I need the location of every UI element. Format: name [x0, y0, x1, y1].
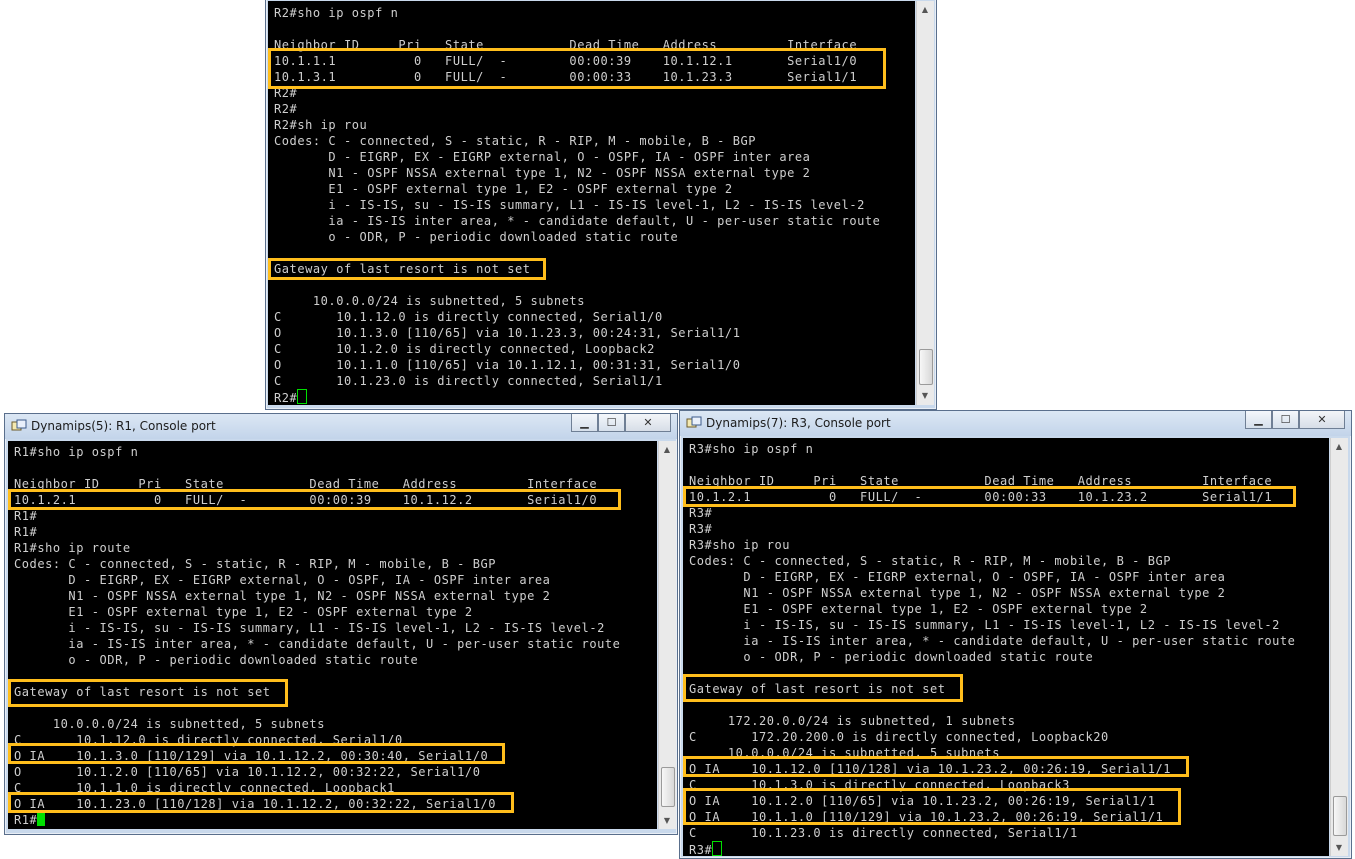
- r3-scroll-thumb[interactable]: [1333, 796, 1347, 836]
- terminal-line: C 10.1.12.0 is directly connected, Seria…: [14, 733, 403, 747]
- console-app-icon: [11, 419, 27, 431]
- terminal-line: O IA 10.1.12.0 [110/128] via 10.1.23.2, …: [689, 762, 1172, 776]
- terminal-line: C 10.1.1.0 is directly connected, Loopba…: [14, 781, 395, 795]
- terminal-line: N1 - OSPF NSSA external type 1, N2 - OSP…: [14, 589, 551, 603]
- terminal-line: 10.1.3.1 0 FULL/ - 00:00:33 10.1.23.3 Se…: [274, 70, 858, 84]
- terminal-line: R2#: [274, 389, 308, 405]
- terminal-line: C 10.1.3.0 is directly connected, Loopba…: [689, 778, 1070, 792]
- scroll-up-icon[interactable]: ▲: [1331, 438, 1347, 454]
- cursor-icon: [297, 389, 308, 404]
- terminal-line: E1 - OSPF external type 1, E2 - OSPF ext…: [689, 602, 1148, 616]
- terminal-line: R2#sh ip rou: [274, 118, 368, 132]
- r3-window-title: Dynamips(7): R3, Console port: [706, 416, 891, 430]
- terminal-line: R1#sho ip route: [14, 541, 131, 555]
- terminal-line: O 10.1.3.0 [110/65] via 10.1.23.3, 00:24…: [274, 326, 741, 340]
- terminal-line: ia - IS-IS inter area, * - candidate def…: [274, 214, 881, 228]
- scroll-down-icon[interactable]: ▼: [1331, 839, 1347, 855]
- r3-titlebar[interactable]: Dynamips(7): R3, Console port ▁ ☐ ✕: [680, 411, 1351, 436]
- terminal-line: O IA 10.1.1.0 [110/129] via 10.1.23.2, 0…: [689, 810, 1164, 824]
- terminal-line: Codes: C - connected, S - static, R - RI…: [14, 557, 497, 571]
- terminal-line: 10.1.1.1 0 FULL/ - 00:00:39 10.1.12.1 Se…: [274, 54, 858, 68]
- terminal-line: i - IS-IS, su - IS-IS summary, L1 - IS-I…: [689, 618, 1280, 632]
- console-app-icon: [686, 416, 702, 428]
- terminal-line: 172.20.0.0/24 is subnetted, 1 subnets: [689, 714, 1016, 728]
- scroll-up-icon[interactable]: ▲: [659, 441, 675, 457]
- terminal-line: R3#: [689, 522, 713, 536]
- terminal-line: R3#sho ip ospf n: [689, 442, 814, 456]
- terminal-line: C 10.1.23.0 is directly connected, Seria…: [689, 826, 1078, 840]
- terminal-line: 10.0.0.0/24 is subnetted, 5 subnets: [689, 746, 1000, 760]
- maximize-icon[interactable]: ☐: [598, 414, 625, 432]
- terminal-line: i - IS-IS, su - IS-IS summary, L1 - IS-I…: [14, 621, 605, 635]
- terminal-line: o - ODR, P - periodic downloaded static …: [689, 650, 1094, 664]
- terminal-line: ia - IS-IS inter area, * - candidate def…: [689, 634, 1296, 648]
- terminal-line: D - EIGRP, EX - EIGRP external, O - OSPF…: [14, 573, 551, 587]
- terminal-line: o - ODR, P - periodic downloaded static …: [14, 653, 419, 667]
- terminal-line: O IA 10.1.2.0 [110/65] via 10.1.23.2, 00…: [689, 794, 1156, 808]
- terminal-line: R3#sho ip rou: [689, 538, 791, 552]
- terminal-line: R1#: [14, 525, 38, 539]
- cursor-icon: [37, 813, 46, 826]
- terminal-line: R3#: [689, 841, 723, 856]
- terminal-line: R1#: [14, 812, 46, 828]
- scroll-up-icon[interactable]: ▲: [917, 1, 933, 17]
- terminal-line: R3#: [689, 506, 713, 520]
- terminal-line: ia - IS-IS inter area, * - candidate def…: [14, 637, 621, 651]
- r2-scroll-thumb[interactable]: [919, 349, 933, 385]
- terminal-line: R1#sho ip ospf n: [14, 445, 139, 459]
- cursor-icon: [712, 841, 723, 856]
- terminal-line: N1 - OSPF NSSA external type 1, N2 - OSP…: [274, 166, 811, 180]
- r2-terminal[interactable]: R2#sho ip ospf n Neighbor ID Pri State De…: [268, 1, 915, 405]
- r1-console-window: Dynamips(5): R1, Console port ▁ ☐ ✕ R1#s…: [4, 413, 678, 835]
- r1-scroll-thumb[interactable]: [661, 767, 675, 807]
- terminal-line: i - IS-IS, su - IS-IS summary, L1 - IS-I…: [274, 198, 865, 212]
- terminal-line: Neighbor ID Pri State Dead Time Address …: [14, 477, 598, 491]
- terminal-line: O 10.1.2.0 [110/65] via 10.1.12.2, 00:32…: [14, 765, 481, 779]
- terminal-line: o - ODR, P - periodic downloaded static …: [274, 230, 679, 244]
- terminal-line: C 172.20.200.0 is directly connected, Lo…: [689, 730, 1109, 744]
- terminal-line: D - EIGRP, EX - EIGRP external, O - OSPF…: [689, 570, 1226, 584]
- terminal-line: Codes: C - connected, S - static, R - RI…: [274, 134, 757, 148]
- terminal-line: O IA 10.1.3.0 [110/129] via 10.1.12.2, 0…: [14, 749, 489, 763]
- terminal-line: 10.0.0.0/24 is subnetted, 5 subnets: [14, 717, 325, 731]
- r3-scrollbar[interactable]: ▲ ▼: [1330, 438, 1348, 856]
- terminal-line: C 10.1.12.0 is directly connected, Seria…: [274, 310, 663, 324]
- terminal-line: Codes: C - connected, S - static, R - RI…: [689, 554, 1172, 568]
- terminal-line: O IA 10.1.23.0 [110/128] via 10.1.12.2, …: [14, 797, 497, 811]
- terminal-line: Neighbor ID Pri State Dead Time Address …: [274, 38, 858, 52]
- terminal-line: Neighbor ID Pri State Dead Time Address …: [689, 474, 1273, 488]
- terminal-line: R2#: [274, 86, 298, 100]
- scroll-down-icon[interactable]: ▼: [917, 387, 933, 403]
- terminal-line: Gateway of last resort is not set: [14, 685, 271, 699]
- r3-terminal[interactable]: R3#sho ip ospf n Neighbor ID Pri State De…: [683, 438, 1329, 856]
- terminal-line: 10.1.2.1 0 FULL/ - 00:00:39 10.1.12.2 Se…: [14, 493, 598, 507]
- terminal-line: 10.1.2.1 0 FULL/ - 00:00:33 10.1.23.2 Se…: [689, 490, 1273, 504]
- r1-window-title: Dynamips(5): R1, Console port: [31, 419, 216, 433]
- terminal-line: Gateway of last resort is not set: [689, 682, 946, 696]
- terminal-line: D - EIGRP, EX - EIGRP external, O - OSPF…: [274, 150, 811, 164]
- minimize-icon[interactable]: ▁: [1245, 411, 1272, 429]
- terminal-line: C 10.1.2.0 is directly connected, Loopba…: [274, 342, 655, 356]
- terminal-line: O 10.1.1.0 [110/65] via 10.1.12.1, 00:31…: [274, 358, 741, 372]
- r1-terminal[interactable]: R1#sho ip ospf n Neighbor ID Pri State De…: [8, 441, 657, 829]
- close-icon[interactable]: ✕: [1299, 411, 1345, 429]
- r3-console-window: Dynamips(7): R3, Console port ▁ ☐ ✕ R3#s…: [679, 410, 1352, 859]
- terminal-line: Gateway of last resort is not set: [274, 262, 531, 276]
- minimize-icon[interactable]: ▁: [571, 414, 598, 432]
- terminal-line: R1#: [14, 509, 38, 523]
- scroll-down-icon[interactable]: ▼: [659, 812, 675, 828]
- terminal-line: E1 - OSPF external type 1, E2 - OSPF ext…: [274, 182, 733, 196]
- maximize-icon[interactable]: ☐: [1272, 411, 1299, 429]
- terminal-line: N1 - OSPF NSSA external type 1, N2 - OSP…: [689, 586, 1226, 600]
- terminal-line: C 10.1.23.0 is directly connected, Seria…: [274, 374, 663, 388]
- terminal-line: E1 - OSPF external type 1, E2 - OSPF ext…: [14, 605, 473, 619]
- close-icon[interactable]: ✕: [625, 414, 671, 432]
- r2-scrollbar[interactable]: ▲ ▼: [916, 1, 934, 405]
- terminal-line: R2#sho ip ospf n: [274, 6, 399, 20]
- terminal-line: 10.0.0.0/24 is subnetted, 5 subnets: [274, 294, 585, 308]
- r2-console-window: R2#sho ip ospf n Neighbor ID Pri State De…: [265, 0, 937, 410]
- r1-titlebar[interactable]: Dynamips(5): R1, Console port ▁ ☐ ✕: [5, 414, 677, 439]
- terminal-line: R2#: [274, 102, 298, 116]
- r1-scrollbar[interactable]: ▲ ▼: [658, 441, 676, 829]
